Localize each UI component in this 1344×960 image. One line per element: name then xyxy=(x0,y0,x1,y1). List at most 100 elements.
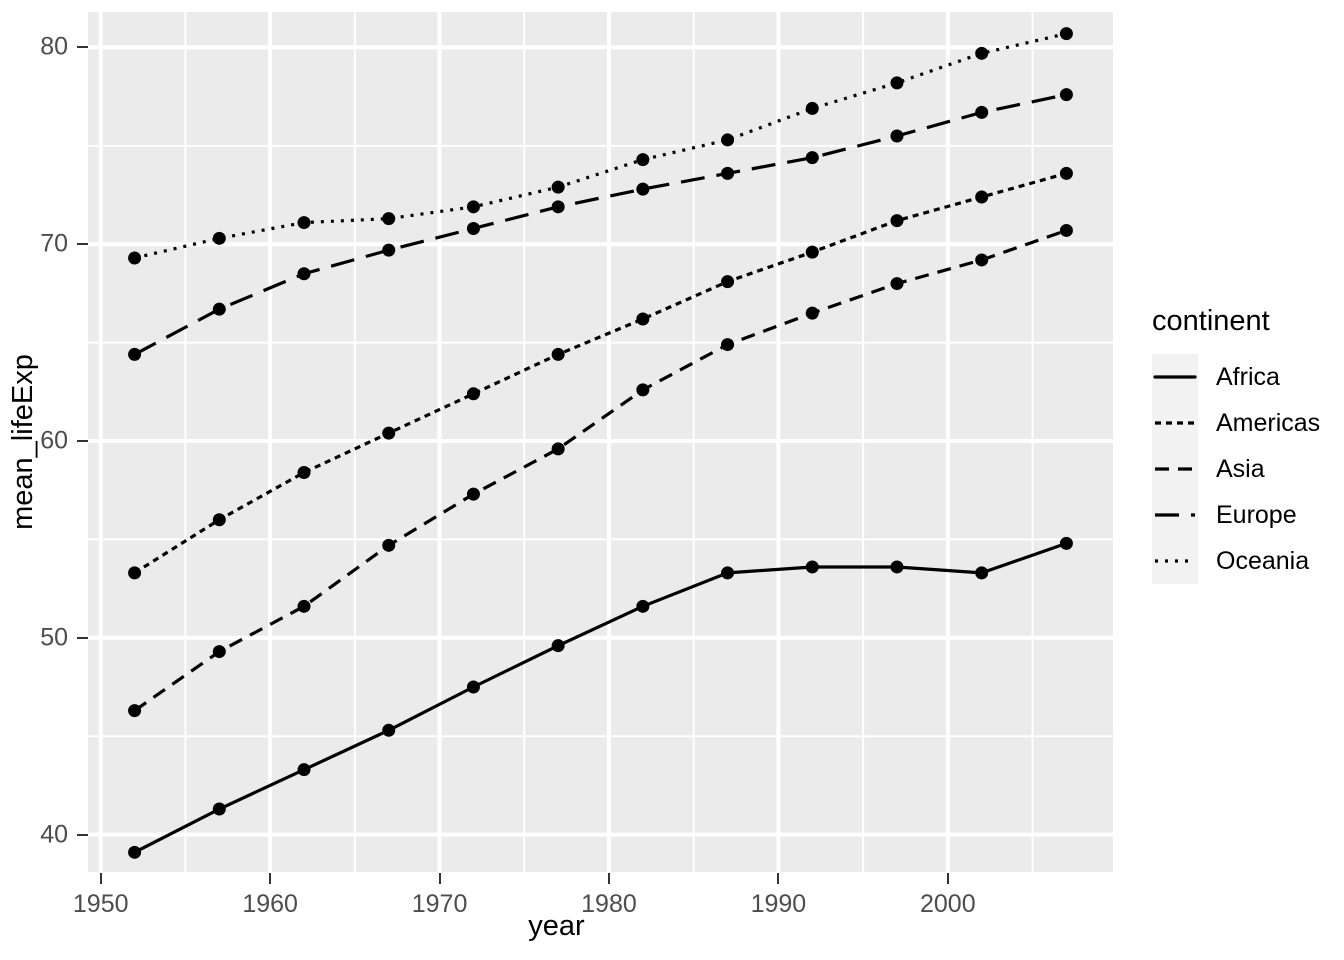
x-axis-tick-mark xyxy=(269,873,272,884)
data-point-asia-2002 xyxy=(975,253,989,267)
major-gridlines xyxy=(88,12,1113,872)
data-point-europe-1967 xyxy=(382,243,396,257)
x-axis-tick-mark xyxy=(946,873,949,884)
y-axis-tick-mark xyxy=(77,833,88,836)
data-point-americas-1987 xyxy=(721,275,735,289)
data-point-africa-2002 xyxy=(975,566,989,580)
data-point-oceania-1982 xyxy=(636,153,650,167)
x-axis-tick-mark xyxy=(777,873,780,884)
data-point-americas-1977 xyxy=(551,347,565,361)
data-point-europe-1952 xyxy=(128,347,142,361)
data-point-asia-1982 xyxy=(636,383,650,397)
legend-item-label: Asia xyxy=(1216,454,1265,483)
data-point-africa-1977 xyxy=(551,639,565,653)
data-point-asia-1952 xyxy=(128,704,142,718)
data-point-europe-1982 xyxy=(636,182,650,196)
legend-item-label: Americas xyxy=(1216,408,1321,437)
y-axis-tick-mark xyxy=(77,46,88,49)
data-point-europe-1997 xyxy=(890,129,904,143)
data-point-americas-2002 xyxy=(975,190,989,204)
data-point-asia-1977 xyxy=(551,442,565,456)
data-point-asia-1967 xyxy=(382,538,396,552)
series-line-europe xyxy=(133,93,1067,356)
x-axis-tick-mark xyxy=(607,873,610,884)
data-point-oceania-1952 xyxy=(128,251,142,265)
legend-key-africa xyxy=(1152,354,1198,400)
data-point-asia-1957 xyxy=(212,645,226,659)
data-point-africa-1997 xyxy=(890,560,904,574)
data-point-oceania-1962 xyxy=(297,216,311,230)
legend-key-americas xyxy=(1152,400,1198,446)
data-point-asia-1962 xyxy=(297,599,311,613)
data-point-europe-2002 xyxy=(975,105,989,119)
data-point-africa-1972 xyxy=(466,680,480,694)
legend-key-line-icon xyxy=(1153,375,1197,379)
legend-item-label: Africa xyxy=(1216,362,1280,391)
legend-item-label: Europe xyxy=(1216,500,1297,529)
data-point-africa-1987 xyxy=(721,566,735,580)
data-point-oceania-1977 xyxy=(551,180,565,194)
y-axis-tick-mark xyxy=(77,243,88,246)
data-point-asia-1997 xyxy=(890,277,904,291)
data-point-oceania-1972 xyxy=(466,200,480,214)
data-point-oceania-2007 xyxy=(1059,27,1073,41)
legend-item-label: Oceania xyxy=(1216,546,1310,575)
data-point-americas-1957 xyxy=(212,513,226,527)
data-point-oceania-1957 xyxy=(212,231,226,245)
data-point-europe-1957 xyxy=(212,302,226,316)
legend-item-africa[interactable]: Africa xyxy=(1152,354,1332,400)
data-point-africa-1952 xyxy=(128,845,142,859)
data-point-americas-1982 xyxy=(636,312,650,326)
legend-item-asia[interactable]: Asia xyxy=(1152,446,1332,492)
data-point-americas-2007 xyxy=(1059,166,1073,180)
legend-key-line-icon xyxy=(1155,421,1195,425)
legend-items: Africa Americas Asia Europe Oceania xyxy=(1152,354,1332,584)
x-axis-title: year xyxy=(528,910,585,942)
data-point-americas-1997 xyxy=(890,214,904,228)
x-axis-tick-mark xyxy=(99,873,102,884)
y-axis-title: mean_lifeExp xyxy=(7,354,39,530)
data-point-americas-1952 xyxy=(128,566,142,580)
data-point-africa-1992 xyxy=(805,560,819,574)
legend-key-line-icon xyxy=(1155,467,1195,471)
data-point-americas-1962 xyxy=(297,466,311,480)
data-point-oceania-1987 xyxy=(721,133,735,147)
data-point-europe-1962 xyxy=(297,267,311,281)
data-point-africa-1962 xyxy=(297,763,311,777)
data-point-africa-1957 xyxy=(212,802,226,816)
legend-key-europe xyxy=(1152,492,1198,538)
data-point-europe-1987 xyxy=(721,166,735,180)
data-point-europe-1992 xyxy=(805,151,819,165)
data-point-americas-1972 xyxy=(466,387,480,401)
legend-key-oceania xyxy=(1152,538,1198,584)
y-axis-tick-mark xyxy=(77,636,88,639)
legend-key-line-icon xyxy=(1155,559,1195,563)
legend-key-line-icon xyxy=(1155,513,1195,517)
data-point-asia-1992 xyxy=(805,306,819,320)
chart-plot-area: 40 50 60 70 80 mean_lifeExp 1950 1960 1970 1980… xyxy=(0,0,1344,960)
legend-item-oceania[interactable]: Oceania xyxy=(1152,538,1332,584)
data-point-oceania-1992 xyxy=(805,101,819,115)
legend-item-europe[interactable]: Europe xyxy=(1152,492,1332,538)
data-point-americas-1992 xyxy=(805,245,819,259)
plot-panel-svg xyxy=(88,12,1113,872)
data-point-americas-1967 xyxy=(382,426,396,440)
data-point-asia-1972 xyxy=(466,487,480,501)
data-point-africa-1967 xyxy=(382,723,396,737)
data-point-africa-1982 xyxy=(636,599,650,613)
data-point-oceania-2002 xyxy=(975,46,989,60)
x-axis-tick-mark xyxy=(438,873,441,884)
legend-title: continent xyxy=(1152,305,1270,337)
data-point-asia-1987 xyxy=(721,338,735,352)
data-point-europe-2007 xyxy=(1059,88,1073,102)
series-line-americas xyxy=(133,171,1067,575)
legend-item-americas[interactable]: Americas xyxy=(1152,400,1332,446)
plot-panel xyxy=(88,12,1113,872)
legend: continent Africa Americas Asia Europe Oceani… xyxy=(1152,305,1332,584)
series-line-africa xyxy=(132,541,1069,854)
y-axis-tick-mark xyxy=(77,440,88,443)
data-point-oceania-1967 xyxy=(382,212,396,226)
data-point-europe-1977 xyxy=(551,200,565,214)
legend-key-asia xyxy=(1152,446,1198,492)
data-point-asia-2007 xyxy=(1059,223,1073,237)
